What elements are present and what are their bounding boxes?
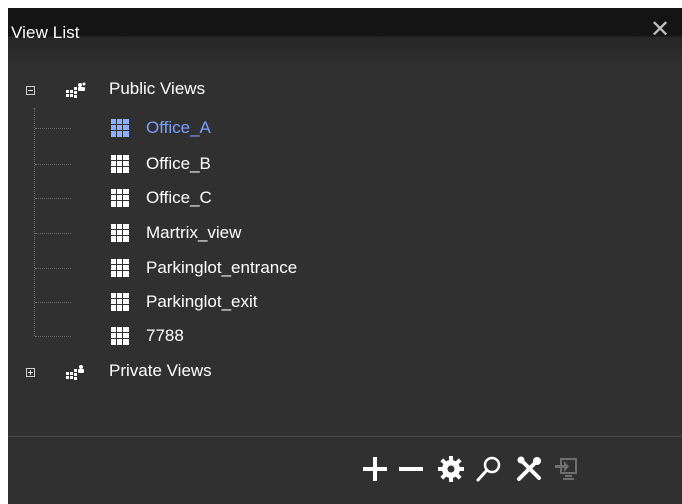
tree-item-7788[interactable]: 7788 — [8, 323, 682, 351]
tree-item-martrix-view[interactable]: Martrix_view — [8, 220, 682, 248]
close-icon[interactable]: ✕ — [648, 18, 672, 42]
panel-title: View List — [11, 23, 80, 42]
export-icon — [555, 458, 577, 480]
public-views-group-icon — [66, 82, 86, 98]
tree-item-office-c[interactable]: Office_C — [8, 185, 682, 213]
title-bar: View List ✕ — [8, 8, 682, 66]
settings-button[interactable] — [435, 453, 467, 485]
view-label: Office_C — [146, 188, 212, 207]
view-label: Parkinglot_exit — [146, 292, 258, 311]
remove-view-button[interactable] — [395, 453, 427, 485]
private-views-group-icon — [66, 365, 84, 380]
group-label: Private Views — [109, 361, 212, 380]
tree-group-private-views[interactable]: Private Views — [8, 358, 682, 386]
view-label: Martrix_view — [146, 223, 242, 242]
tree-item-parkinglot-entrance[interactable]: Parkinglot_entrance — [8, 255, 682, 283]
tools-button[interactable] — [513, 453, 545, 485]
view-list-panel: View List ✕ Public Views Office_A Office… — [8, 8, 682, 504]
tree-item-parkinglot-exit[interactable]: Parkinglot_exit — [8, 289, 682, 317]
tree-item-office-a[interactable]: Office_A — [8, 115, 682, 143]
view-label: 7788 — [146, 326, 184, 345]
view-grid-icon — [111, 327, 129, 345]
tree-group-public-views[interactable]: Public Views — [8, 76, 682, 104]
tools-icon — [517, 456, 541, 481]
view-grid-icon — [111, 224, 129, 242]
add-icon — [363, 457, 387, 481]
collapse-toggle-icon[interactable] — [26, 86, 35, 95]
view-grid-icon — [111, 119, 129, 137]
view-grid-icon — [111, 293, 129, 311]
tree-item-office-b[interactable]: Office_B — [8, 151, 682, 179]
view-grid-icon — [111, 189, 129, 207]
search-icon — [476, 456, 501, 482]
settings-gear-icon — [438, 456, 464, 482]
view-label: Office_B — [146, 154, 211, 173]
toolbar-separator — [8, 436, 682, 437]
search-button[interactable] — [473, 453, 505, 485]
export-view-button[interactable] — [550, 453, 582, 485]
view-label: Office_A — [146, 118, 211, 137]
group-label: Public Views — [109, 79, 206, 98]
add-view-button[interactable] — [359, 453, 391, 485]
expand-toggle-icon[interactable] — [26, 368, 35, 377]
view-grid-icon — [111, 259, 129, 277]
view-grid-icon — [111, 155, 129, 173]
view-label: Parkinglot_entrance — [146, 258, 298, 277]
remove-icon — [399, 467, 423, 471]
